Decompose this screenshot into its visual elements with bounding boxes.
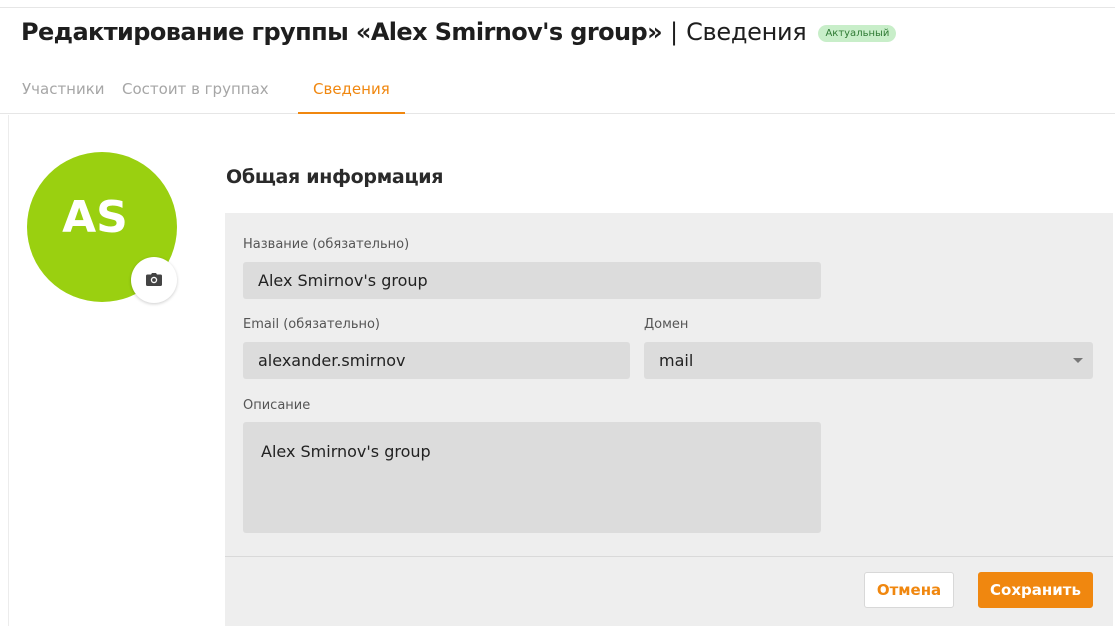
top-frame-border [0,0,1115,8]
tab-details[interactable]: Сведения [298,66,405,114]
email-label: Email (обязательно) [243,317,381,332]
domain-label: Домен [644,317,689,332]
page-title: Редактирование группы «Alex Smirnov's gr… [21,18,663,46]
page-header: Редактирование группы «Alex Smirnov's gr… [21,18,897,46]
footer-divider [225,556,1113,557]
form-panel: Название (обязательно) Alex Smirnov's gr… [225,213,1113,626]
save-button[interactable]: Сохранить [978,572,1093,608]
tab-member-of-groups[interactable]: Состоит в группах [122,66,269,114]
chevron-down-icon [1073,358,1083,363]
name-label: Название (обязательно) [243,237,410,252]
change-photo-button[interactable] [131,257,177,303]
tab-members[interactable]: Участники [22,66,105,114]
avatar: AS [27,152,177,303]
page-section-title: Сведения [686,18,807,46]
cancel-button[interactable]: Отмена [864,572,954,608]
camera-icon [146,271,162,290]
domain-select-value: mail [659,351,694,370]
avatar-initials: AS [62,192,128,243]
description-label: Описание [243,398,311,413]
email-input[interactable]: alexander.smirnov [243,342,630,379]
section-title-general-info: Общая информация [226,166,444,188]
domain-select[interactable]: mail [644,342,1093,379]
status-badge: Актуальный [818,24,897,42]
description-textarea[interactable]: Alex Smirnov's group [243,422,821,533]
name-input[interactable]: Alex Smirnov's group [243,262,821,299]
left-divider [8,115,9,626]
tab-bar: Участники Состоит в группах Сведения [0,66,1115,114]
title-separator: | [669,18,679,46]
